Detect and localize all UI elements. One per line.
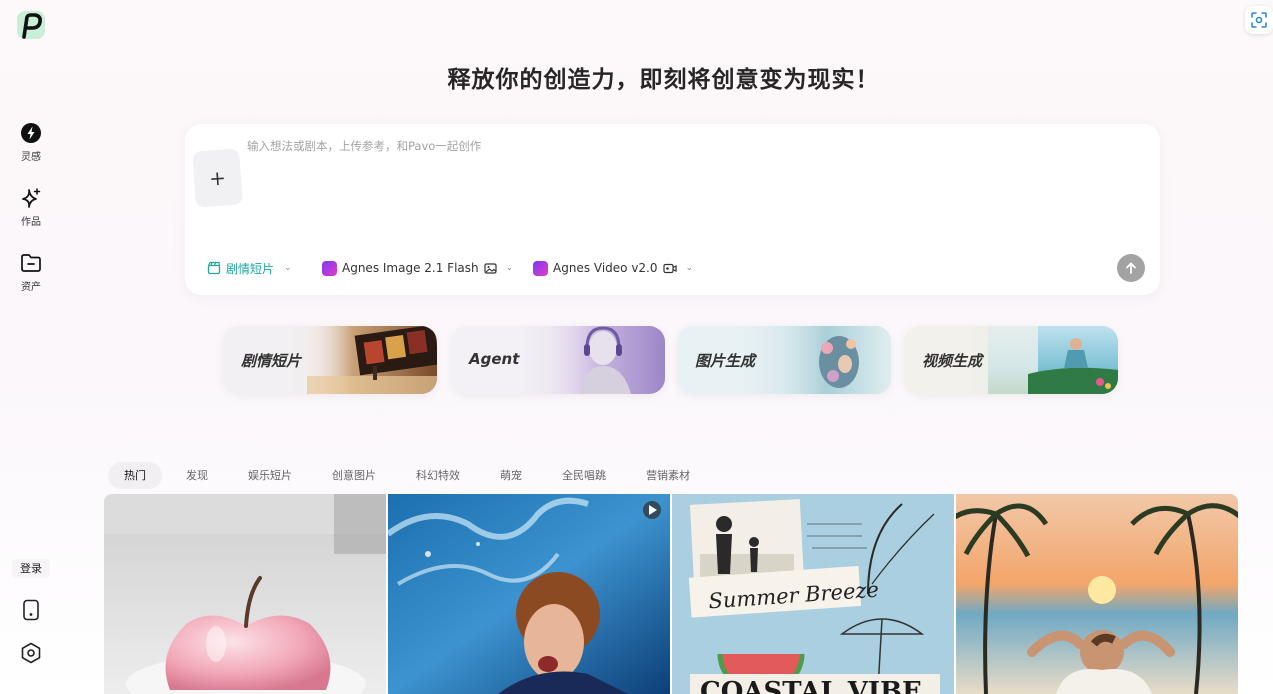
beach-rider-image	[988, 326, 1118, 394]
sidebar-item-assets[interactable]: 资产	[8, 251, 54, 293]
sidebar-item-label: 作品	[21, 217, 41, 228]
image-icon	[484, 262, 497, 274]
agnes-logo-icon	[533, 260, 548, 276]
chevron-down-icon: ⌄	[284, 263, 292, 273]
card-image-generation[interactable]: 图片生成	[677, 326, 891, 394]
page-title: 释放你的创造力，即刻将创意变为现实！	[447, 67, 880, 93]
agnes-logo-icon	[322, 260, 337, 276]
gallery-item-summer-collage[interactable]: Summer Breeze COASTAL VIBE	[672, 494, 954, 694]
mobile-app-button[interactable]	[19, 598, 43, 622]
coastal-vibe-text: COASTAL VIBE	[700, 677, 922, 694]
arrow-up-icon	[1126, 262, 1136, 274]
scan-button[interactable]	[1245, 6, 1273, 34]
mode-label: 剧情短片	[226, 261, 275, 276]
clapperboard-icon	[207, 261, 221, 275]
video-model-selector[interactable]: Agnes Video v2.0 ⌄	[533, 258, 693, 278]
card-label: Agent	[469, 350, 520, 368]
tab-entertainment-shorts[interactable]: 娱乐短片	[232, 462, 308, 489]
card-video-generation[interactable]: 视频生成	[904, 326, 1118, 394]
sidebar-item-inspiration[interactable]: 灵感	[8, 121, 54, 163]
sidebar: 灵感 作品 资产 登录	[0, 0, 62, 694]
lightning-icon	[19, 121, 43, 145]
gallery-item-glass-apple[interactable]	[104, 494, 386, 694]
beach-sunset-image	[956, 494, 1238, 694]
glass-apple-image	[104, 494, 386, 694]
hexagon-settings-icon	[21, 642, 41, 664]
tab-pets[interactable]: 萌宠	[484, 462, 538, 489]
tab-marketing[interactable]: 营销素材	[630, 462, 706, 489]
card-agent[interactable]: Agent	[451, 326, 665, 394]
sidebar-item-works[interactable]: 作品	[8, 186, 54, 228]
image-model-selector[interactable]: Agnes Image 2.1 Flash ⌄	[322, 258, 513, 278]
scan-icon	[1251, 12, 1267, 28]
tab-scifi-effects[interactable]: 科幻特效	[400, 462, 476, 489]
tab-hot[interactable]: 热门	[108, 461, 162, 489]
category-tabs: 热门 发现 娱乐短片 创意图片 科幻特效 萌宠 全民唱跳 营销素材	[108, 461, 714, 489]
mode-selector[interactable]: 剧情短片 ⌄	[207, 258, 292, 278]
headphone-portrait-image	[535, 326, 665, 394]
water-splash-image	[388, 494, 670, 694]
tab-dance[interactable]: 全民唱跳	[546, 462, 622, 489]
gallery-grid: Summer Breeze COASTAL VIBE	[104, 494, 1238, 694]
upload-reference-button[interactable]: +	[192, 148, 243, 208]
send-button[interactable]	[1117, 254, 1145, 282]
prompt-panel: + 剧情短片 ⌄ Agnes Image 2.1 Flash ⌄ Agnes V…	[185, 124, 1160, 295]
folder-icon	[19, 251, 43, 275]
phone-icon	[23, 599, 39, 621]
chevron-down-icon: ⌄	[685, 263, 694, 273]
login-button[interactable]: 登录	[12, 559, 50, 578]
sparkle-icon	[19, 186, 43, 210]
tab-creative-images[interactable]: 创意图片	[316, 462, 392, 489]
chevron-down-icon: ⌄	[505, 263, 514, 273]
film-strip-image	[307, 326, 437, 394]
prompt-input[interactable]	[247, 138, 1127, 228]
image-model-label: Agnes Image 2.1 Flash	[342, 261, 479, 275]
sidebar-item-label: 资产	[21, 282, 41, 293]
card-label: 剧情短片	[241, 352, 302, 370]
video-icon	[662, 263, 677, 273]
settings-button[interactable]	[19, 641, 43, 665]
card-label: 图片生成	[695, 352, 756, 370]
summer-collage-image: Summer Breeze COASTAL VIBE	[672, 494, 954, 694]
flower-portrait-image	[761, 326, 891, 394]
pavo-logo[interactable]	[16, 10, 46, 40]
card-label: 视频生成	[922, 352, 983, 370]
tab-discover[interactable]: 发现	[170, 462, 224, 489]
gallery-item-beach-sunset[interactable]	[956, 494, 1238, 694]
gallery-item-water-splash[interactable]	[388, 494, 670, 694]
card-story-short[interactable]: 剧情短片	[223, 326, 437, 394]
video-model-label: Agnes Video v2.0	[553, 261, 658, 275]
sidebar-item-label: 灵感	[21, 152, 41, 163]
